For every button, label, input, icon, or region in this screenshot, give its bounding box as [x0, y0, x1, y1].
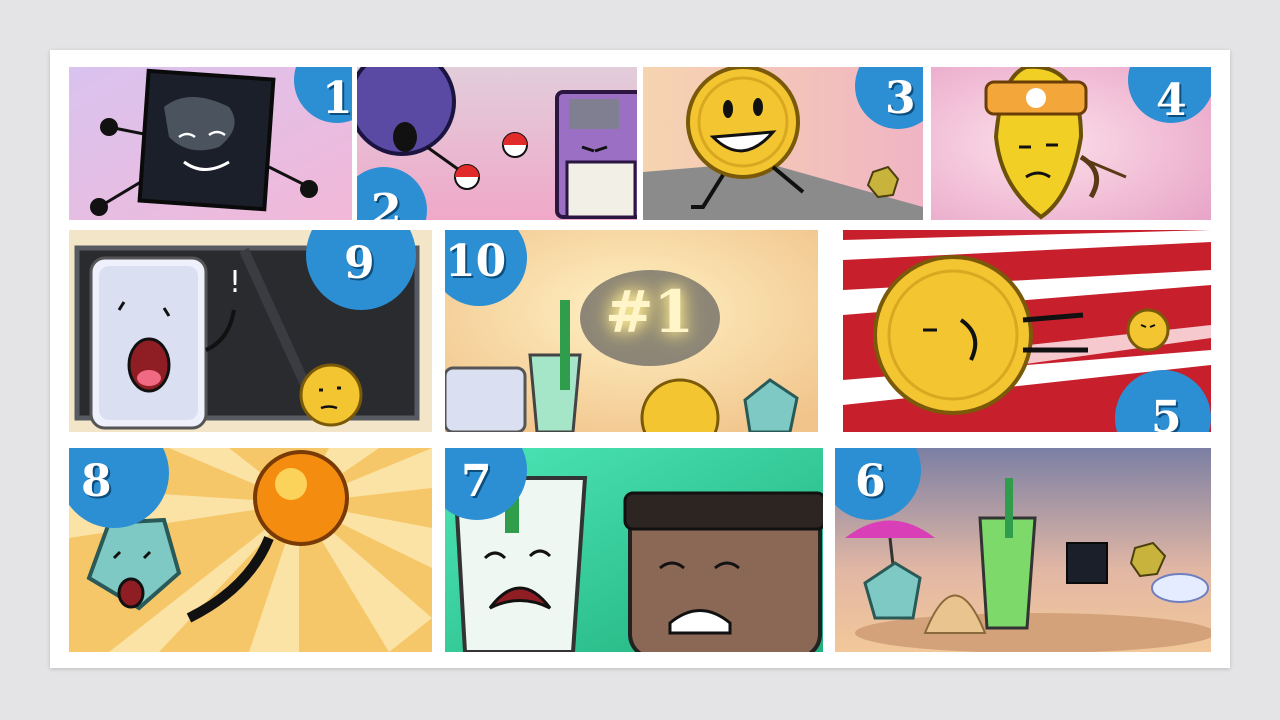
- badge-number: 6: [855, 456, 886, 507]
- panel-9: ! 9: [69, 230, 432, 432]
- panel-7: 7: [445, 448, 823, 652]
- badge-number: 1: [322, 73, 352, 124]
- badge-number: 4: [1156, 75, 1187, 126]
- panel-8: 8: [69, 448, 432, 652]
- badge-number: 5: [1151, 392, 1182, 433]
- badge-number: 2: [371, 185, 402, 221]
- panel-5: 5: [843, 230, 1211, 432]
- badge-number: 8: [81, 456, 112, 507]
- badge-number: 10: [445, 236, 507, 287]
- badge-number: 9: [344, 238, 375, 289]
- panel-4: 4: [931, 67, 1211, 220]
- panel-1: 1: [69, 67, 352, 220]
- badge-number: 3: [885, 73, 916, 124]
- panel-2: 2: [357, 67, 637, 220]
- collage-sheet: 1 2 3 4 ! 9 #1 10 5 8 7 6: [50, 50, 1230, 668]
- panel-6: 6: [835, 448, 1211, 652]
- panel-10: #1 10: [445, 230, 818, 432]
- panel-3: 3: [643, 67, 923, 220]
- svg-text:!: !: [229, 265, 241, 300]
- glowing-number-one-sign: #1: [605, 278, 694, 346]
- badge-number: 7: [461, 456, 492, 507]
